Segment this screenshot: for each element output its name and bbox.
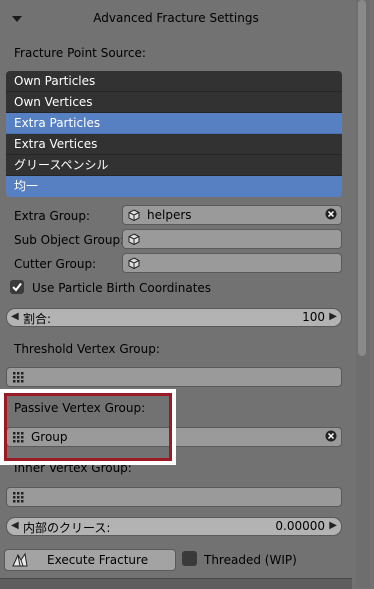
cutter-group-label: Cutter Group: [14, 257, 97, 271]
fracture-point-source-label: Fracture Point Source: [14, 46, 146, 60]
increment-arrow-icon[interactable]: ▶ [329, 311, 337, 322]
execute-fracture-label: Execute Fracture [47, 553, 149, 567]
list-item-own-vertices[interactable]: Own Vertices [6, 92, 342, 113]
ratio-number-field[interactable]: ◀ 割合: 100 ▶ [6, 308, 342, 327]
list-item-own-particles[interactable]: Own Particles [6, 71, 342, 92]
list-item-extra-vertices[interactable]: Extra Vertices [6, 134, 342, 155]
execute-fracture-button[interactable]: Execute Fracture [4, 549, 176, 571]
fracture-point-source-list: Own Particles Own Vertices Extra Particl… [6, 71, 342, 197]
list-item-uniform[interactable]: 均一 [6, 176, 342, 197]
inner-crease-number-field[interactable]: ◀ 内部のクリース: 0.00000 ▶ [6, 517, 342, 536]
clear-icon[interactable] [325, 430, 337, 442]
sub-object-group-label: Sub Object Group: [14, 233, 125, 247]
ratio-value: 100 [302, 310, 325, 324]
decrement-arrow-icon[interactable]: ◀ [11, 520, 19, 531]
fracture-icon [12, 552, 28, 567]
threaded-label: Threaded (WIP) [204, 553, 297, 567]
inner-vertex-group-field[interactable] [6, 487, 342, 507]
decrement-arrow-icon[interactable]: ◀ [11, 311, 19, 322]
extra-group-field[interactable]: helpers [122, 205, 342, 225]
checkmark-icon [12, 282, 22, 292]
panel-header[interactable]: Advanced Fracture Settings [0, 0, 352, 36]
sub-object-group-field[interactable] [122, 229, 342, 249]
inner-crease-label: 内部のクリース: [23, 521, 111, 535]
list-item-grease-pencil[interactable]: グリースペンシル [6, 155, 342, 176]
cube-icon [128, 257, 140, 269]
next-panel-header[interactable] [0, 578, 352, 589]
cube-icon [128, 209, 140, 221]
inner-crease-value: 0.00000 [275, 519, 325, 533]
cube-icon [128, 233, 140, 245]
cutter-group-field[interactable] [122, 253, 342, 273]
threaded-checkbox[interactable] [182, 551, 197, 566]
use-particle-birth-checkbox[interactable] [10, 280, 24, 294]
ratio-label: 割合: [23, 312, 52, 326]
vertex-group-icon [13, 492, 24, 503]
extra-group-label: Extra Group: [14, 209, 91, 223]
threshold-vertex-group-field[interactable] [6, 367, 342, 387]
use-particle-birth-label: Use Particle Birth Coordinates [32, 281, 212, 295]
vertex-group-icon [13, 372, 24, 383]
clear-icon[interactable] [325, 208, 337, 220]
extra-group-value: helpers [147, 208, 192, 222]
increment-arrow-icon[interactable]: ▶ [329, 520, 337, 531]
highlight-box [4, 393, 172, 461]
list-item-extra-particles[interactable]: Extra Particles [6, 113, 342, 134]
threshold-vertex-group-label: Threshold Vertex Group: [14, 342, 160, 356]
panel-title: Advanced Fracture Settings [93, 11, 259, 25]
scrollbar-thumb[interactable] [358, 0, 366, 356]
